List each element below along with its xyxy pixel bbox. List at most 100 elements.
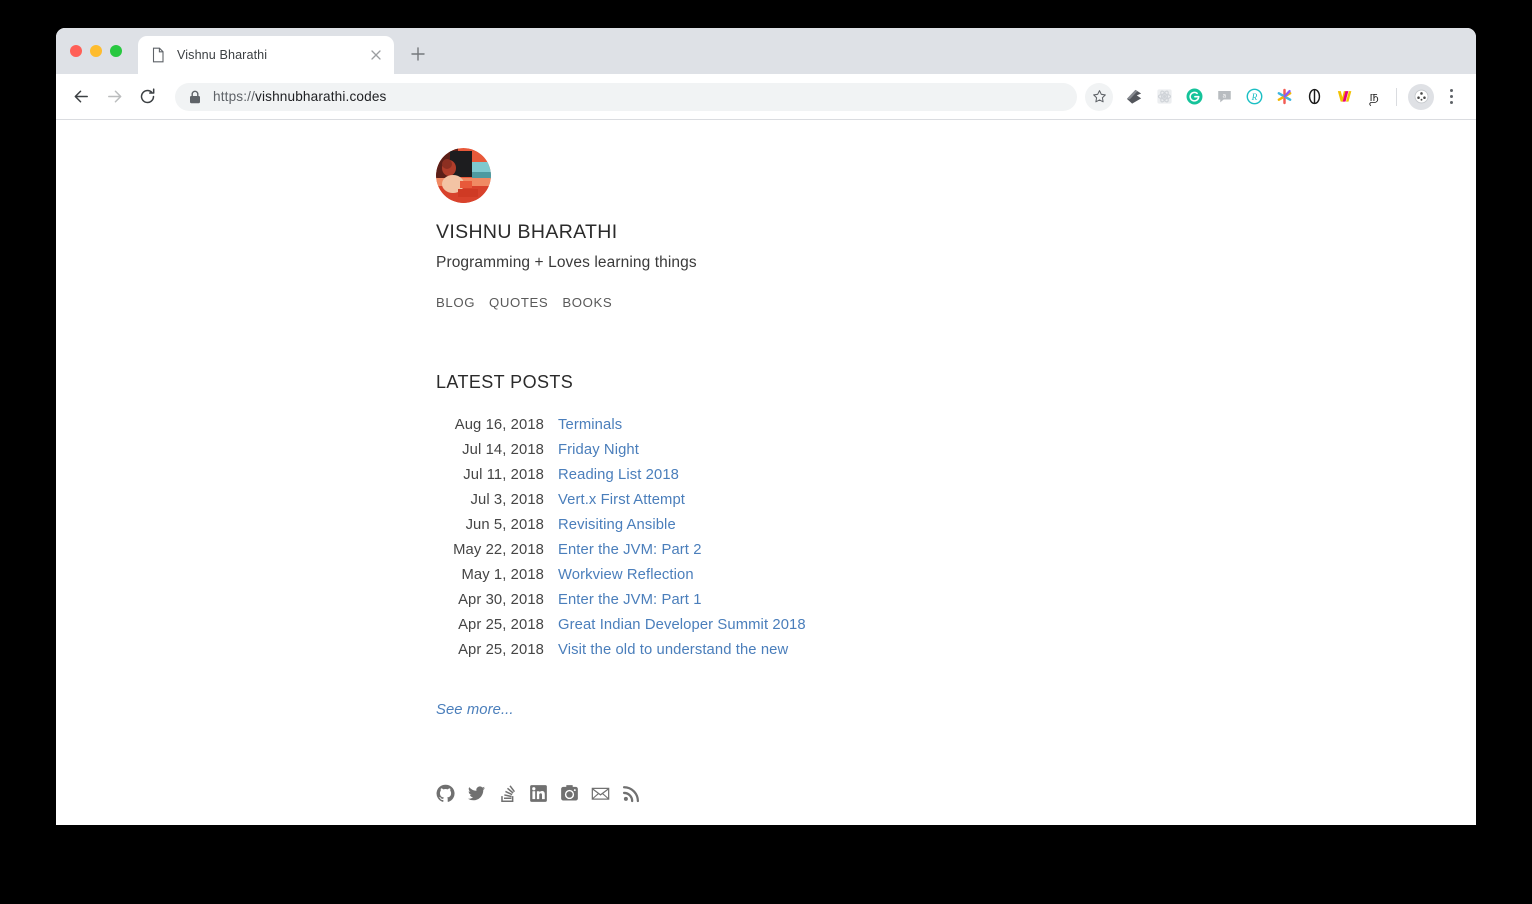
post-link[interactable]: Great Indian Developer Summit 2018	[558, 617, 806, 633]
list-item: May 22, 2018 Enter the JVM: Part 2	[436, 542, 1136, 567]
reload-icon	[140, 88, 154, 104]
rss-link[interactable]	[622, 784, 641, 803]
post-link[interactable]: Reading List 2018	[558, 467, 679, 483]
three-dot-menu-button[interactable]	[1438, 83, 1464, 111]
menu-dot	[1449, 95, 1453, 98]
url-host: vishnubharathi.codes	[255, 89, 387, 104]
page-title: VISHNU BHARATHI	[436, 221, 618, 243]
github-link[interactable]	[436, 784, 455, 803]
linkedin-icon	[530, 785, 547, 802]
close-tab-button[interactable]	[368, 47, 384, 63]
post-date: Jun 5, 2018	[465, 517, 544, 533]
window-traffic-lights	[70, 45, 122, 57]
instagram-icon	[561, 785, 578, 801]
profile-avatar-button[interactable]	[1408, 83, 1434, 110]
browser-tab[interactable]: Vishnu Bharathi	[138, 36, 394, 74]
avatar	[436, 148, 491, 203]
forward-arrow-icon	[107, 90, 121, 103]
speech-bubble-icon[interactable]: a	[1209, 83, 1239, 111]
linkedin-link[interactable]	[529, 784, 548, 803]
post-date: Apr 25, 2018	[458, 642, 544, 658]
post-link[interactable]: Vert.x First Attempt	[558, 492, 685, 508]
pocket-icon[interactable]	[1119, 83, 1149, 111]
address-bar[interactable]: https://vishnubharathi.codes	[175, 82, 1077, 111]
instagram-link[interactable]	[560, 784, 579, 803]
asterisk-icon[interactable]	[1269, 83, 1299, 111]
new-tab-button[interactable]	[404, 40, 432, 68]
nav-item-blog[interactable]: BLOG	[436, 295, 475, 310]
stackoverflow-icon	[501, 785, 516, 803]
email-icon	[591, 787, 610, 800]
post-link[interactable]: Enter the JVM: Part 1	[558, 592, 702, 608]
post-date: May 22, 2018	[453, 542, 544, 558]
address-bar-url: https://vishnubharathi.codes	[213, 89, 387, 104]
post-date: Jul 3, 2018	[470, 492, 544, 508]
svg-text:R: R	[1250, 93, 1257, 103]
nav-item-quotes[interactable]: QUOTES	[489, 295, 548, 310]
pocket-glyph	[1126, 89, 1141, 104]
document-icon	[152, 47, 164, 63]
rss-icon	[622, 786, 640, 803]
bookmark-star-button[interactable]	[1085, 82, 1113, 111]
react-glyph	[1156, 89, 1172, 104]
post-date: Aug 16, 2018	[454, 417, 544, 433]
post-date: Jul 11, 2018	[463, 467, 544, 483]
grammarly-icon[interactable]	[1179, 83, 1209, 111]
react-devtools-icon[interactable]	[1149, 83, 1179, 111]
email-link[interactable]	[591, 784, 610, 803]
list-item: Aug 16, 2018 Terminals	[436, 417, 1136, 442]
profile-avatar-icon	[1414, 89, 1428, 104]
browser-toolbar: https://vishnubharathi.codes a R ந	[56, 74, 1476, 120]
list-item: Jul 11, 2018 Reading List 2018	[436, 467, 1136, 492]
opera-o-glyph	[1308, 88, 1320, 105]
list-item: Apr 25, 2018 Visit the old to understand…	[436, 642, 1136, 667]
nav-item-books[interactable]: BOOKS	[562, 295, 612, 310]
stackoverflow-link[interactable]	[498, 784, 517, 803]
list-item: Jun 5, 2018 Revisiting Ansible	[436, 517, 1136, 542]
asterisk-glyph	[1277, 88, 1291, 105]
minimize-window-button[interactable]	[90, 45, 102, 57]
post-link[interactable]: Enter the JVM: Part 2	[558, 542, 702, 558]
tab-strip: Vishnu Bharathi	[56, 28, 1476, 74]
site-nav: BLOG QUOTES BOOKS	[436, 295, 1136, 310]
lock-icon	[190, 90, 200, 103]
twitter-icon	[467, 786, 486, 801]
wappalyzer-glyph	[1337, 91, 1351, 102]
post-link[interactable]: Friday Night	[558, 442, 639, 458]
bookmark-star-icon	[1092, 90, 1106, 103]
rescuetime-icon[interactable]: R	[1239, 83, 1269, 111]
reload-button[interactable]	[132, 82, 162, 112]
wappalyzer-icon[interactable]	[1329, 83, 1359, 111]
see-more-link[interactable]: See more...	[436, 702, 514, 718]
post-link[interactable]: Workview Reflection	[558, 567, 694, 583]
list-item: May 1, 2018 Workview Reflection	[436, 567, 1136, 592]
close-window-button[interactable]	[70, 45, 82, 57]
tamil-keyboard-icon[interactable]: ந	[1359, 83, 1389, 111]
social-links	[436, 784, 1136, 803]
latest-posts-list: Aug 16, 2018 Terminals Jul 14, 2018 Frid…	[436, 417, 1136, 667]
github-icon	[436, 784, 455, 802]
rescuetime-glyph: R	[1246, 88, 1262, 105]
post-link[interactable]: Revisiting Ansible	[558, 517, 676, 533]
post-link[interactable]: Terminals	[558, 417, 622, 433]
back-arrow-icon	[74, 90, 88, 103]
list-item: Apr 30, 2018 Enter the JVM: Part 1	[436, 592, 1136, 617]
menu-dot	[1449, 101, 1453, 104]
post-date: Apr 30, 2018	[458, 592, 544, 608]
post-date: May 1, 2018	[461, 567, 544, 583]
post-link[interactable]: Visit the old to understand the new	[558, 642, 788, 658]
list-item: Apr 25, 2018 Great Indian Developer Summ…	[436, 617, 1136, 642]
url-scheme: https://	[213, 89, 256, 104]
plus-icon	[411, 47, 425, 61]
post-date: Apr 25, 2018	[458, 617, 544, 633]
extensions-toolbar: a R ந	[1119, 83, 1464, 111]
list-item: Jul 3, 2018 Vert.x First Attempt	[436, 492, 1136, 517]
tamil-glyph: ந	[1369, 88, 1379, 105]
forward-button[interactable]	[99, 82, 129, 112]
maximize-window-button[interactable]	[110, 45, 122, 57]
twitter-link[interactable]	[467, 784, 486, 803]
back-button[interactable]	[66, 82, 96, 112]
list-item: Jul 14, 2018 Friday Night	[436, 442, 1136, 467]
opera-o-icon[interactable]	[1299, 83, 1329, 111]
section-heading: LATEST POSTS	[436, 372, 574, 392]
